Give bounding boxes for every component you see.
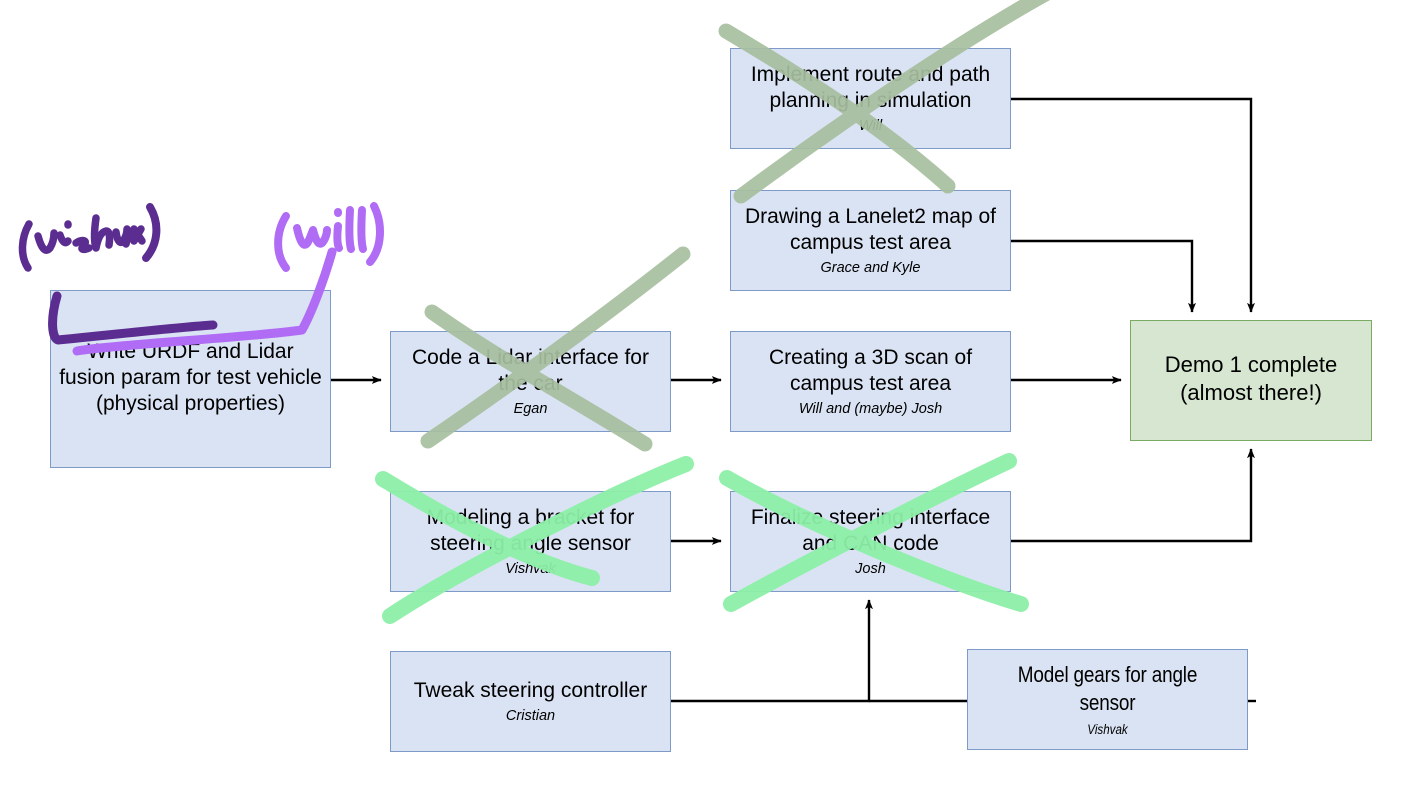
node-finalize-steering[interactable]: Finalize steering interface and CAN code… <box>730 491 1011 592</box>
node-owner: Will and (maybe) Josh <box>798 400 943 417</box>
edge-finalize-to-demo <box>1011 448 1255 543</box>
node-title: Code a Lidar interface for the car <box>412 345 649 395</box>
node-model-gears[interactable]: Model gears for angle sensor Vishvak <box>967 649 1248 750</box>
ink-will-text <box>274 202 384 272</box>
node-owner: Grace and Kyle <box>820 259 921 276</box>
node-title: Implement route and path planning in sim… <box>750 62 991 112</box>
ink-vishvak-text <box>18 214 146 272</box>
node-title: Model gears for angle sensor <box>1017 661 1198 715</box>
diagram-canvas: Write URDF and Lidar fusion param for te… <box>0 0 1422 804</box>
node-implement-route[interactable]: Implement route and path planning in sim… <box>730 48 1011 149</box>
node-lidar-interface[interactable]: Code a Lidar interface for the car Egan <box>390 331 671 432</box>
ink-vishvak-paren <box>142 203 161 262</box>
node-owner: Will <box>858 117 883 134</box>
node-demo-1[interactable]: Demo 1 complete (almost there!) <box>1130 320 1372 441</box>
node-title: Write URDF and Lidar fusion param for te… <box>59 339 322 415</box>
node-title: Finalize steering interface and CAN code <box>750 505 991 555</box>
node-title: Demo 1 complete (almost there!) <box>1164 352 1338 405</box>
node-owner: Cristian <box>505 707 556 724</box>
node-owner: Egan <box>513 400 548 417</box>
node-title: Creating a 3D scan of campus test area <box>768 345 973 395</box>
edge-controller-to-finalize <box>671 599 873 703</box>
node-title: Tweak steering controller <box>413 678 648 702</box>
node-title: Modeling a bracket for steering angle se… <box>426 505 635 555</box>
edge-lanelet-to-demo <box>1011 239 1196 313</box>
edge-route-to-demo <box>1011 97 1255 313</box>
node-lanelet-map[interactable]: Drawing a Lanelet2 map of campus test ar… <box>730 190 1011 291</box>
node-owner: Vishvak <box>1087 721 1128 737</box>
node-3d-scan[interactable]: Creating a 3D scan of campus test area W… <box>730 331 1011 432</box>
node-tweak-controller[interactable]: Tweak steering controller Cristian <box>390 651 671 752</box>
node-title: Drawing a Lanelet2 map of campus test ar… <box>745 204 996 254</box>
node-owner: Josh <box>855 560 886 577</box>
node-owner: Vishvak <box>505 560 556 577</box>
node-write-urdf[interactable]: Write URDF and Lidar fusion param for te… <box>50 290 331 468</box>
node-bracket-model[interactable]: Modeling a bracket for steering angle se… <box>390 491 671 592</box>
